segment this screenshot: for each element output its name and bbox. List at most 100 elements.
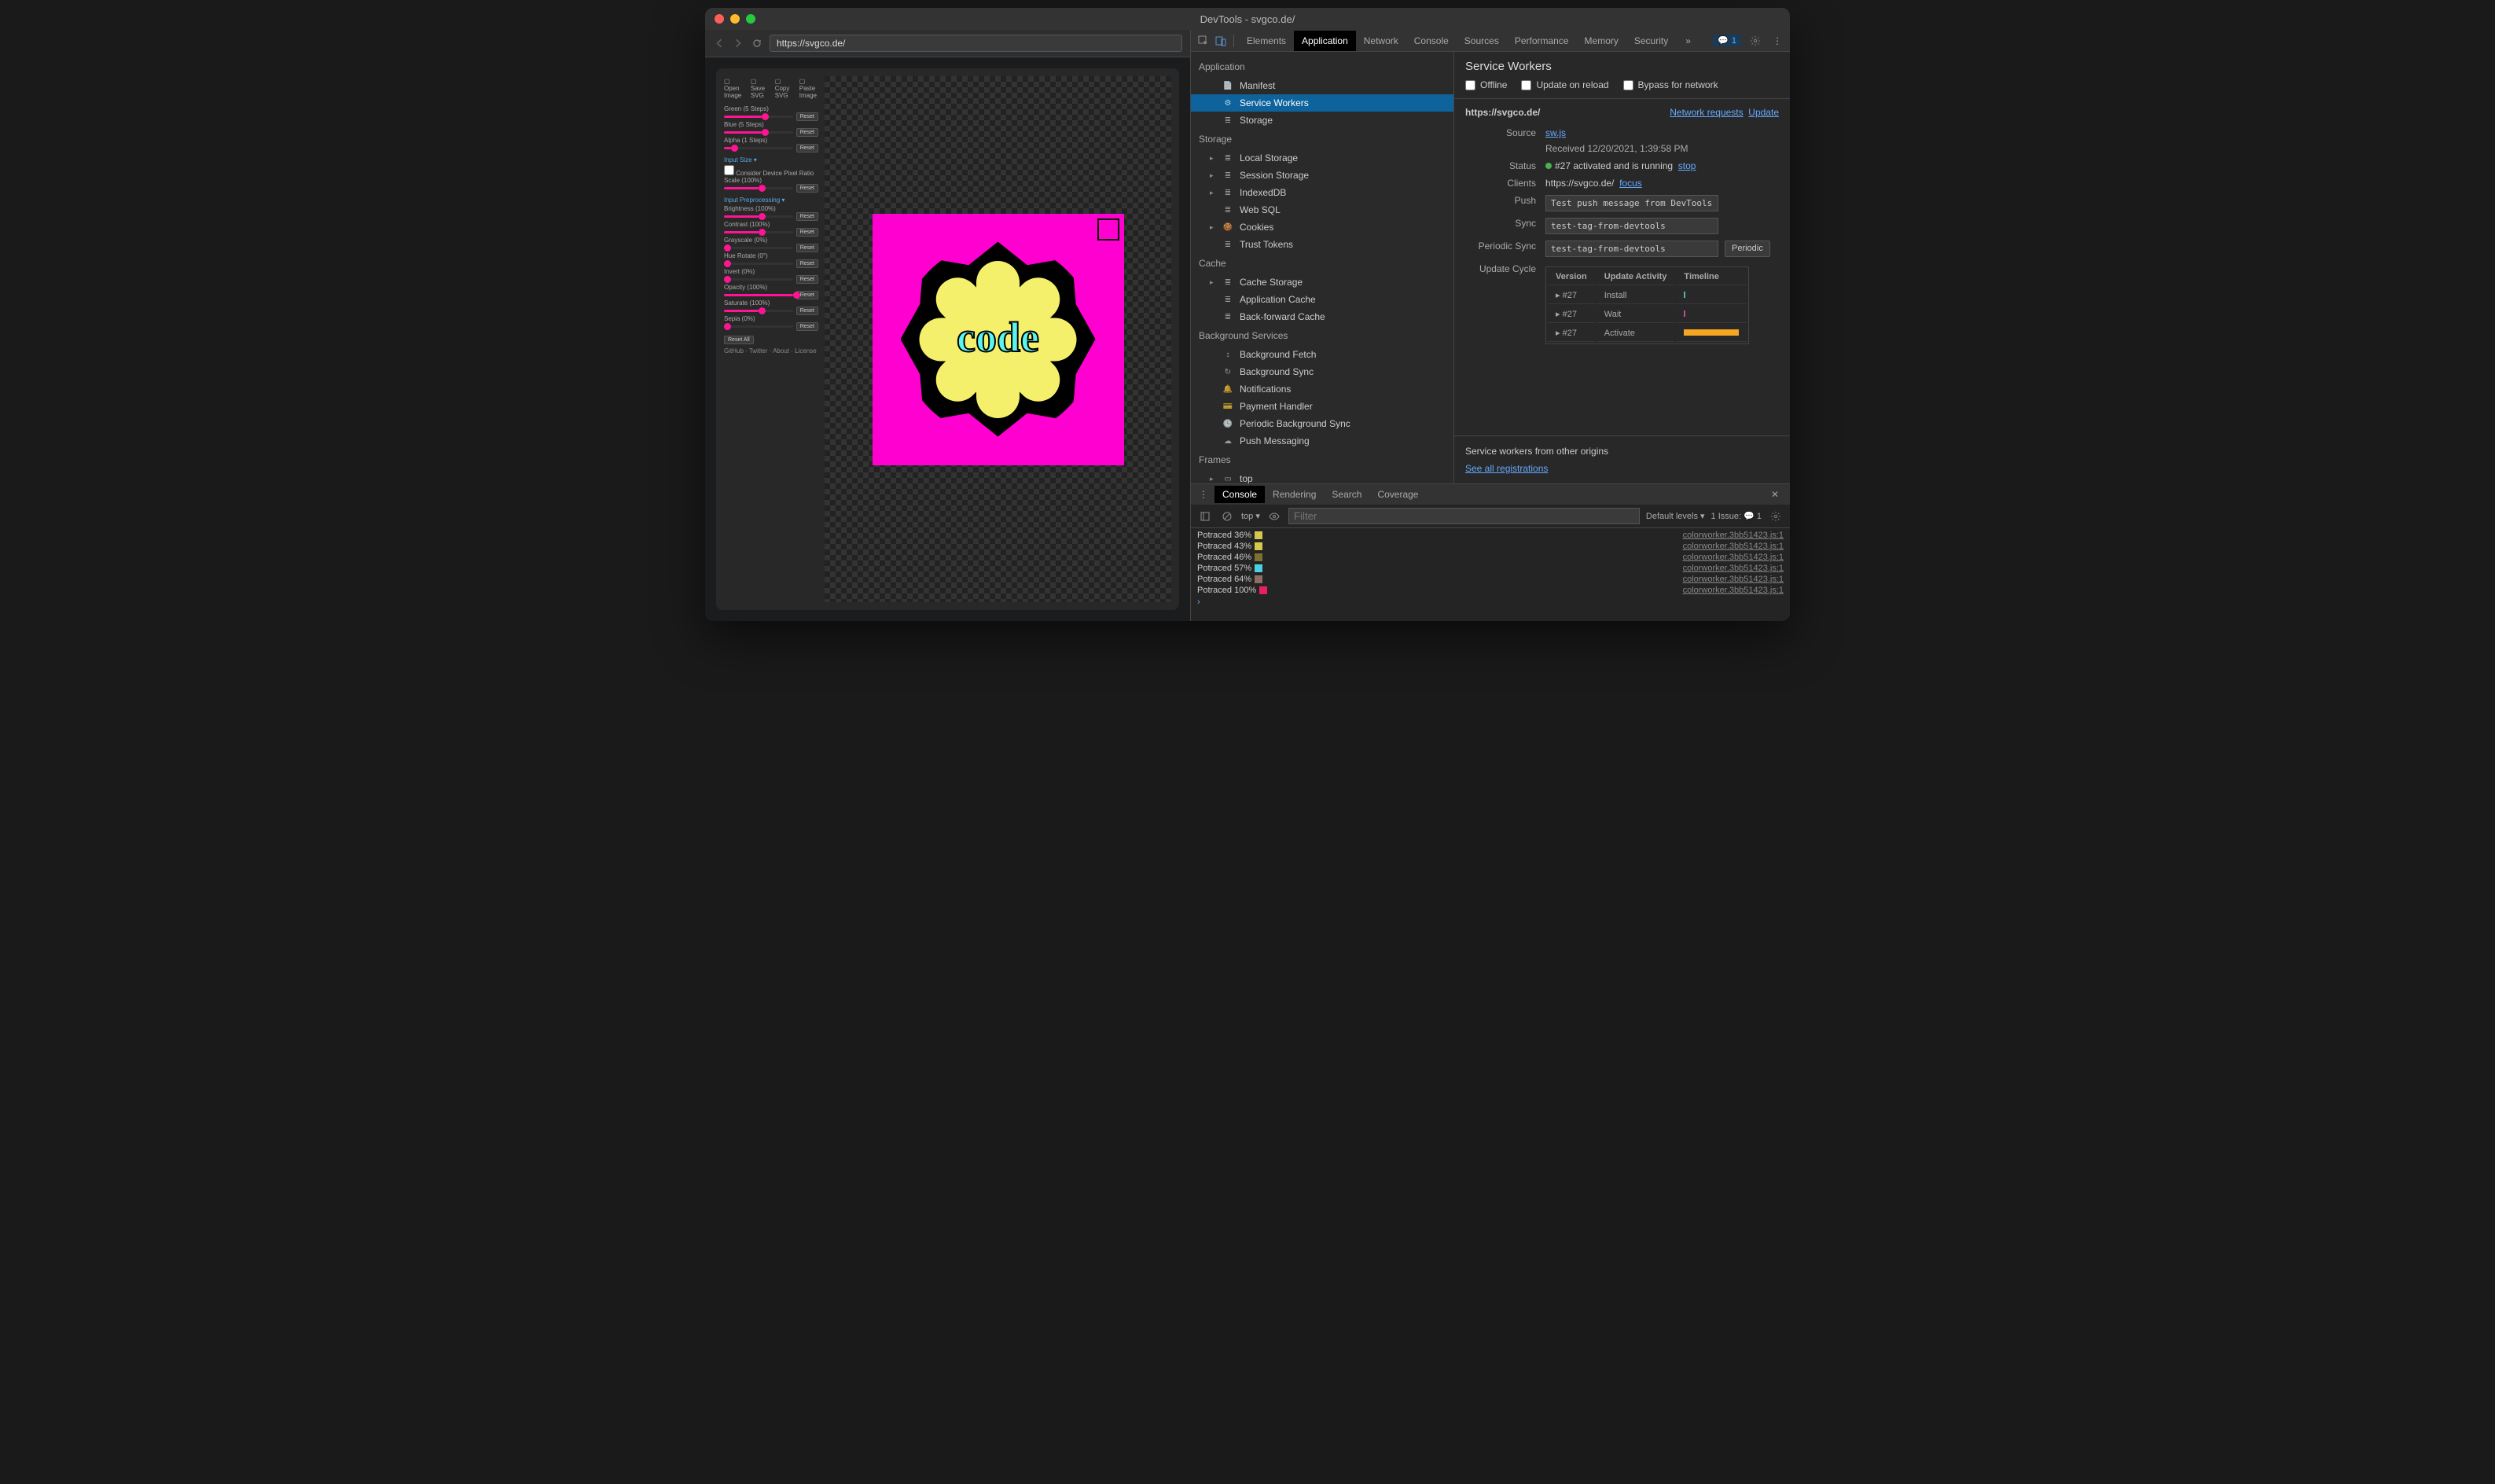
console-settings-icon[interactable] [1768,509,1784,524]
tab-application[interactable]: Application [1294,31,1356,51]
tab-network[interactable]: Network [1356,31,1406,51]
reset-button[interactable]: Reset [796,244,818,252]
slider[interactable] [724,263,793,265]
log-levels[interactable]: Default levels ▾ [1646,511,1705,521]
drawer-tab-console[interactable]: Console [1214,486,1265,503]
nav-item-back-forward-cache[interactable]: ≣Back-forward Cache [1191,308,1453,325]
drawer-tab-search[interactable]: Search [1324,486,1369,503]
reload-icon[interactable] [751,37,763,50]
check-update-on-reload[interactable]: Update on reload [1521,79,1608,90]
slider[interactable] [724,278,793,281]
drawer-kebab-icon[interactable]: ⋮ [1196,487,1211,502]
tab-memory[interactable]: Memory [1577,31,1626,51]
toolbar-save-svg[interactable]: ▢ Save SVG [751,78,767,99]
push-input[interactable] [1545,195,1718,211]
nav-item-top[interactable]: ▸▭top [1191,470,1453,483]
maximize-window[interactable] [746,14,755,24]
log-source-link[interactable]: colorworker.3bb51423.js:1 [1683,586,1784,595]
nav-item-web-sql[interactable]: ≣Web SQL [1191,201,1453,219]
slider[interactable] [724,294,793,296]
console-filter-input[interactable] [1288,508,1640,524]
update-link[interactable]: Update [1748,107,1779,118]
nav-item-payment-handler[interactable]: 💳Payment Handler [1191,398,1453,415]
live-expr-icon[interactable] [1266,509,1282,524]
toolbar-open-image[interactable]: ▢ Open Image [724,78,743,99]
nav-item-indexeddb[interactable]: ▸≣IndexedDB [1191,184,1453,201]
tab-sources[interactable]: Sources [1457,31,1507,51]
more-tabs[interactable]: » [1677,31,1699,51]
kebab-icon[interactable]: ⋮ [1769,33,1785,49]
check-offline[interactable]: Offline [1465,79,1507,90]
slider[interactable] [724,247,793,249]
nav-item-storage[interactable]: ≣Storage [1191,112,1453,129]
inspect-icon[interactable] [1196,33,1211,49]
log-source-link[interactable]: colorworker.3bb51423.js:1 [1683,542,1784,551]
reset-button[interactable]: Reset [796,228,818,237]
device-icon[interactable] [1213,33,1229,49]
nav-item-session-storage[interactable]: ▸≣Session Storage [1191,167,1453,184]
section-input-size[interactable]: Input Size ▾ [724,156,818,163]
reset-button[interactable]: Reset [796,112,818,121]
drawer-tab-rendering[interactable]: Rendering [1265,486,1324,503]
tab-elements[interactable]: Elements [1239,31,1294,51]
nav-item-cookies[interactable]: ▸🍪Cookies [1191,219,1453,236]
pixel-ratio-check[interactable] [724,165,734,175]
settings-icon[interactable] [1747,33,1763,49]
nav-item-cache-storage[interactable]: ▸≣Cache Storage [1191,274,1453,291]
issues-link[interactable]: 1 Issue: 💬 1 [1711,511,1762,521]
slider[interactable] [724,131,793,134]
sync-input[interactable] [1545,218,1718,234]
reset-all-button[interactable]: Reset All [724,336,754,344]
console-prompt[interactable]: › [1197,596,1784,608]
nav-item-local-storage[interactable]: ▸≣Local Storage [1191,149,1453,167]
section-preprocessing[interactable]: Input Preprocessing ▾ [724,197,818,204]
slider[interactable] [724,187,793,189]
toolbar-copy-svg[interactable]: ▢ Copy SVG [775,78,792,99]
drawer-close-icon[interactable]: ✕ [1765,489,1785,500]
issues-badge[interactable]: 💬 1 [1713,35,1741,46]
tab-security[interactable]: Security [1626,31,1676,51]
reset-button[interactable]: Reset [796,307,818,315]
tab-console[interactable]: Console [1406,31,1457,51]
tab-performance[interactable]: Performance [1507,31,1577,51]
log-source-link[interactable]: colorworker.3bb51423.js:1 [1683,575,1784,584]
nav-item-notifications[interactable]: 🔔Notifications [1191,380,1453,398]
nav-item-background-sync[interactable]: ↻Background Sync [1191,363,1453,380]
nav-item-service-workers[interactable]: ⚙Service Workers [1191,94,1453,112]
slider[interactable] [724,325,793,328]
log-source-link[interactable]: colorworker.3bb51423.js:1 [1683,531,1784,540]
periodic-sync-input[interactable] [1545,241,1718,257]
focus-link[interactable]: focus [1619,178,1642,189]
network-requests-link[interactable]: Network requests [1670,107,1743,118]
log-source-link[interactable]: colorworker.3bb51423.js:1 [1683,564,1784,573]
slider[interactable] [724,310,793,312]
console-context[interactable]: top ▾ [1241,511,1260,521]
url-input[interactable] [770,35,1182,52]
check-bypass-for-network[interactable]: Bypass for network [1623,79,1718,90]
toolbar-paste-image[interactable]: ▢ Paste Image [799,78,818,99]
nav-item-background-fetch[interactable]: ↕Background Fetch [1191,346,1453,363]
reset-button[interactable]: Reset [796,184,818,193]
minimize-window[interactable] [730,14,740,24]
see-all-link[interactable]: See all registrations [1465,463,1548,474]
slider[interactable] [724,147,793,149]
reset-button[interactable]: Reset [796,128,818,137]
drawer-tab-coverage[interactable]: Coverage [1369,486,1426,503]
nav-item-manifest[interactable]: 📄Manifest [1191,77,1453,94]
stop-link[interactable]: stop [1678,160,1696,171]
console-sidebar-icon[interactable] [1197,509,1213,524]
reset-button[interactable]: Reset [796,144,818,152]
nav-item-trust-tokens[interactable]: ≣Trust Tokens [1191,236,1453,253]
nav-item-application-cache[interactable]: ≣Application Cache [1191,291,1453,308]
slider[interactable] [724,231,793,233]
nav-item-push-messaging[interactable]: ☁Push Messaging [1191,432,1453,450]
slider[interactable] [724,215,793,218]
periodic-sync-button[interactable]: Periodic [1725,241,1770,257]
reset-button[interactable]: Reset [796,275,818,284]
source-link[interactable]: sw.js [1545,127,1566,138]
clear-console-icon[interactable] [1219,509,1235,524]
forward-icon[interactable] [732,37,744,50]
back-icon[interactable] [713,37,726,50]
reset-button[interactable]: Reset [796,259,818,268]
close-window[interactable] [715,14,724,24]
